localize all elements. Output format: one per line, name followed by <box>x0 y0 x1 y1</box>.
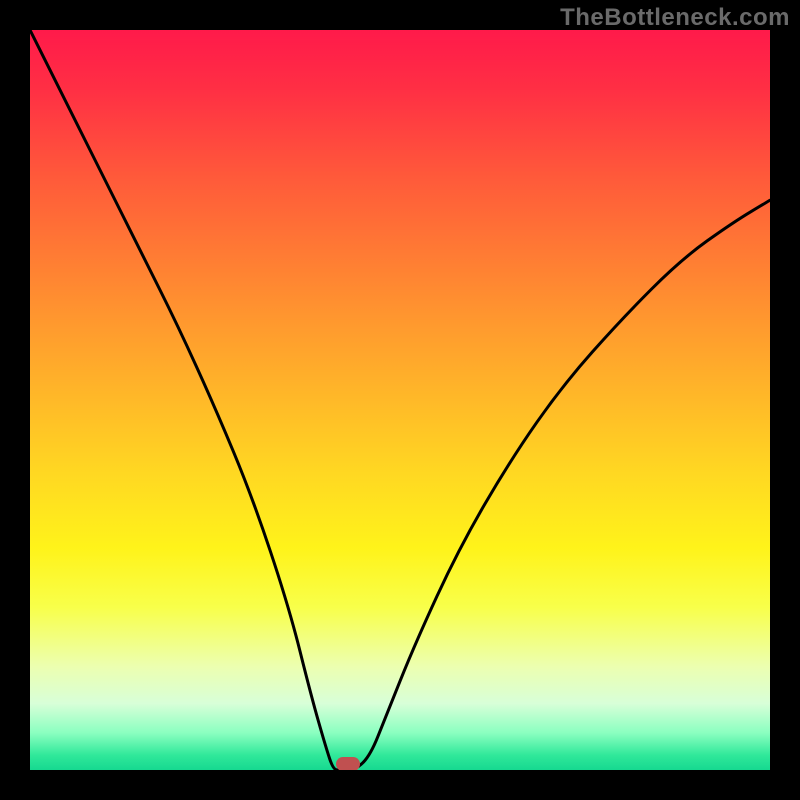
chart-frame: TheBottleneck.com <box>0 0 800 800</box>
plot-area <box>30 30 770 770</box>
bottleneck-curve <box>30 30 770 770</box>
watermark-text: TheBottleneck.com <box>560 4 790 32</box>
optimum-marker <box>336 757 360 770</box>
